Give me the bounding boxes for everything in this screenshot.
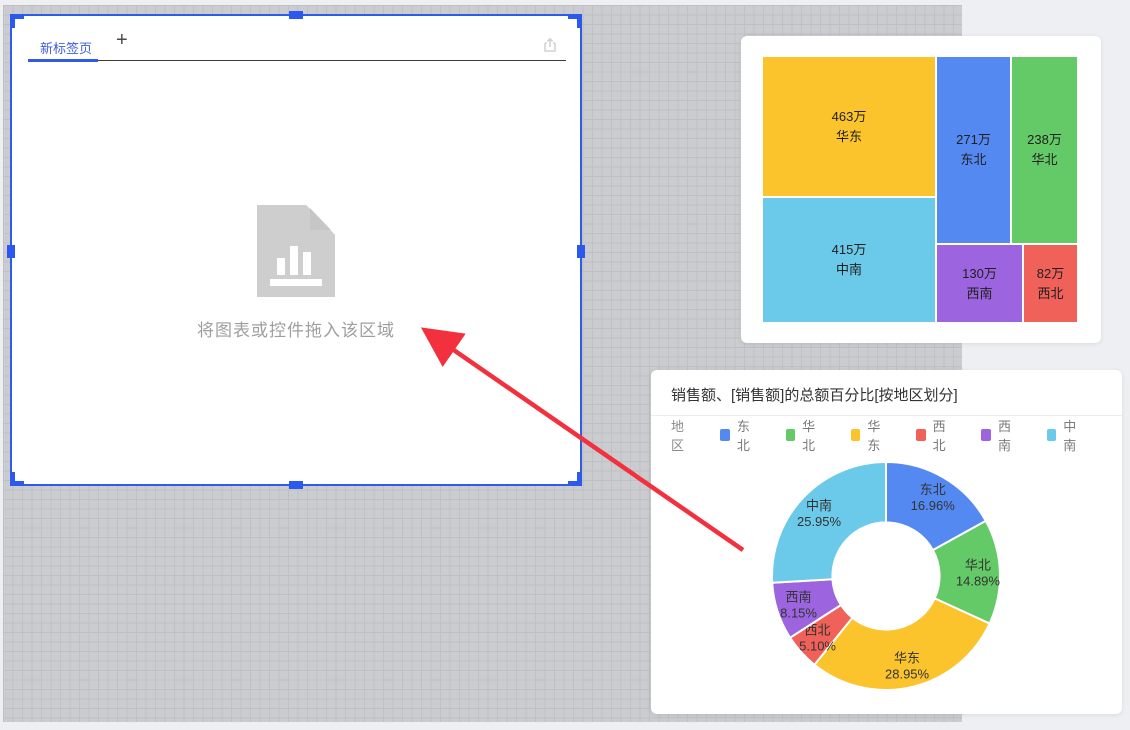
legend-swatch — [1047, 429, 1057, 441]
legend-item-label: 东北 — [737, 416, 758, 454]
legend-item-label: 华北 — [802, 416, 823, 454]
chart-legend: 地区 东北华北华东西北西南中南 — [671, 426, 1112, 444]
resize-handle-bottom[interactable] — [289, 481, 303, 489]
legend-swatch — [851, 429, 861, 441]
legend-item[interactable]: 华北 — [786, 416, 823, 454]
treemap-cell[interactable]: 130万西南 — [937, 245, 1022, 322]
treemap-chart-card[interactable]: 463万华东271万东北238万华北 415万中南130万西南82万西北 — [741, 36, 1101, 343]
legend-item[interactable]: 东北 — [720, 416, 757, 454]
legend-swatch — [720, 429, 730, 441]
legend-dimension-label: 地区 — [671, 416, 694, 454]
legend-item-label: 西北 — [933, 416, 954, 454]
legend-item-label: 中南 — [1063, 416, 1084, 454]
tab-new-page[interactable]: 新标签页 — [40, 38, 92, 57]
legend-swatch — [786, 429, 796, 441]
treemap-cell[interactable]: 271万东北 — [937, 57, 1010, 243]
donut-chart: 东北16.96%华北14.89%华东28.95%西北5.10%西南8.15%中南… — [651, 450, 1122, 714]
chart-title: 销售额、[销售额]的总额百分比[按地区划分] — [671, 384, 958, 405]
legend-item[interactable]: 西南 — [981, 416, 1018, 454]
tab-bar: 新标签页 + — [12, 16, 580, 61]
resize-handle-top-right[interactable] — [568, 14, 582, 28]
resize-handle-bottom-left[interactable] — [10, 472, 24, 486]
legend-item-label: 西南 — [998, 416, 1019, 454]
add-tab-button[interactable]: + — [116, 30, 128, 50]
treemap-cell[interactable]: 463万华东 — [763, 57, 935, 196]
legend-swatch — [916, 429, 926, 441]
active-tab-underline — [28, 59, 98, 62]
legend-item[interactable]: 华东 — [851, 416, 888, 454]
resize-handle-bottom-right[interactable] — [568, 472, 582, 486]
treemap-cell[interactable]: 238万华北 — [1012, 57, 1077, 243]
resize-handle-left[interactable] — [7, 245, 15, 258]
legend-item[interactable]: 西北 — [916, 416, 953, 454]
resize-handle-right[interactable] — [577, 245, 585, 258]
treemap-chart: 463万华东271万东北238万华北 415万中南130万西南82万西北 — [763, 57, 1077, 322]
treemap-cell[interactable]: 415万中南 — [763, 198, 935, 322]
resize-handle-top[interactable] — [289, 11, 303, 19]
legend-item-label: 华东 — [867, 416, 888, 454]
drop-hint-text: 将图表或控件拖入该区域 — [197, 316, 395, 341]
chart-document-icon — [257, 205, 335, 302]
legend-swatch — [981, 429, 991, 441]
legend-item[interactable]: 中南 — [1047, 416, 1084, 454]
treemap-cell[interactable]: 82万西北 — [1024, 245, 1077, 322]
chart-drop-zone[interactable]: 将图表或控件拖入该区域 — [12, 61, 580, 484]
report-block[interactable]: 新标签页 + 将图表或控件拖入该区域 — [10, 14, 582, 486]
share-icon[interactable] — [542, 37, 558, 53]
donut-chart-card[interactable]: 销售额、[销售额]的总额百分比[按地区划分] 地区 东北华北华东西北西南中南 东… — [651, 370, 1122, 714]
resize-handle-top-left[interactable] — [10, 14, 24, 28]
